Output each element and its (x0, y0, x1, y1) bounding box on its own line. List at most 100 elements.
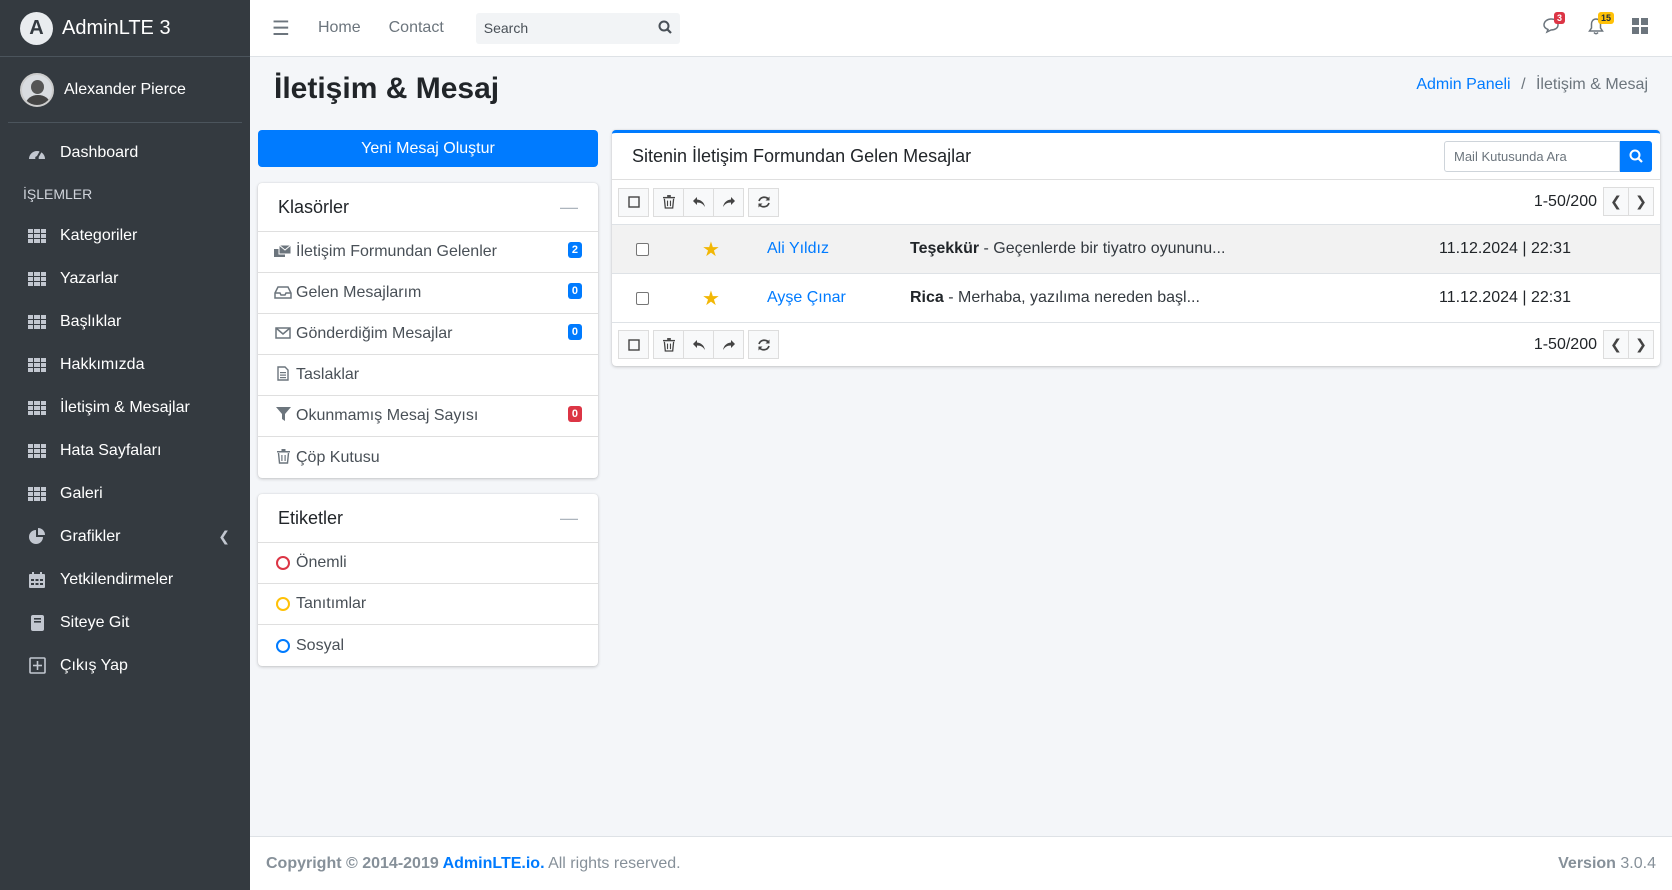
mail-sender[interactable]: Ayşe Çınar (767, 289, 846, 307)
sidebar-item-galeri[interactable]: Galeri (0, 472, 250, 515)
label-item-onemli[interactable]: Önemli (258, 543, 598, 584)
copyright: Copyright © 2014-2019 AdminLTE.io. All r… (266, 855, 681, 873)
grid-icon (26, 441, 48, 461)
folder-label: Okunmamış Mesaj Sayısı (296, 407, 479, 424)
main-footer: Copyright © 2014-2019 AdminLTE.io. All r… (250, 836, 1672, 890)
footer-link[interactable]: AdminLTE.io. (443, 855, 545, 872)
sidebar-item-dashboard[interactable]: Dashboard (0, 131, 250, 174)
sidebar-item-kategoriler[interactable]: Kategoriler (0, 214, 250, 257)
plus-square-icon (26, 656, 48, 676)
chevron-right-icon[interactable]: ❯ (1628, 330, 1654, 359)
folder-item-unread[interactable]: Okunmamış Mesaj Sayısı 0 (258, 396, 598, 437)
top-navbar: ☰ Home Contact Search 3 15 (250, 0, 1672, 57)
folder-item-contact-form[interactable]: İletişim Formundan Gelenler 2 (258, 232, 598, 273)
folder-item-drafts[interactable]: Taslaklar (258, 355, 598, 396)
copyright-text: Copyright © 2014-2019 (266, 854, 443, 872)
row-checkbox[interactable] (636, 242, 649, 256)
notifications-dropdown[interactable]: 15 (1574, 11, 1618, 40)
label-item-sosyal[interactable]: Sosyal (258, 625, 598, 666)
mail-subject[interactable]: Rica - Merhaba, yazılıma nereden başl... (910, 289, 1200, 307)
hamburger-menu-icon[interactable]: ☰ (272, 16, 290, 41)
chevron-left-icon[interactable]: ❮ (218, 528, 230, 545)
mail-sender[interactable]: Ali Yıldız (767, 240, 829, 258)
brand-link[interactable]: A AdminLTE 3 (0, 0, 250, 57)
folder-item-sent[interactable]: Gönderdiğim Mesajlar 0 (258, 314, 598, 355)
reply-button[interactable] (683, 187, 714, 217)
envelope-icon (274, 326, 292, 342)
sidebar-item-basliklar[interactable]: Başlıklar (0, 300, 250, 343)
forward-button[interactable] (713, 187, 744, 217)
refresh-button[interactable] (748, 187, 779, 217)
mail-preview: - Geçenlerde bir tiyatro oyununu... (979, 240, 1226, 257)
chevron-right-icon[interactable]: ❯ (1628, 187, 1654, 216)
sidebar-item-iletisim[interactable]: İletişim & Mesajlar (0, 386, 250, 429)
sidebar-item-label: Hakkımızda (60, 355, 145, 373)
search-icon[interactable] (658, 20, 672, 37)
table-row[interactable]: ★ Ali Yıldız Teşekkür - Geçenlerde bir t… (612, 224, 1660, 273)
reply-button[interactable] (683, 330, 714, 359)
sidebar-item-grafikler[interactable]: Grafikler ❮ (0, 515, 250, 558)
sidebar-item-label: Dashboard (60, 143, 139, 161)
sidebar-item-label: Hata Sayfaları (60, 441, 162, 459)
delete-button[interactable] (653, 330, 684, 359)
collapse-minus-icon[interactable]: — (560, 197, 578, 218)
breadcrumb-link-admin[interactable]: Admin Paneli (1416, 76, 1510, 93)
chevron-left-icon[interactable]: ❮ (1603, 330, 1629, 359)
grid-icon (26, 269, 48, 289)
sidebar-item-hata-sayfalari[interactable]: Hata Sayfaları (0, 429, 250, 472)
nav-link-home[interactable]: Home (318, 19, 361, 37)
search-placeholder: Search (483, 20, 529, 36)
folder-label: Taslaklar (296, 366, 360, 383)
sidebar-item-cikis[interactable]: Çıkış Yap (0, 644, 250, 687)
select-all-checkbox-button[interactable] (618, 330, 649, 359)
grid-icon (26, 355, 48, 375)
sidebar-item-yazarlar[interactable]: Yazarlar (0, 257, 250, 300)
pagination: 1-50/200 ❮ ❯ (1534, 187, 1654, 216)
version: Version 3.0.4 (1558, 855, 1656, 873)
calendar-icon (26, 570, 48, 590)
forward-button[interactable] (713, 330, 744, 359)
sidebar-item-label: Kategoriler (60, 226, 138, 244)
collapse-minus-icon[interactable]: — (560, 508, 578, 529)
book-icon (26, 613, 48, 633)
sidebar-item-label: Yetkilendirmeler (60, 570, 174, 588)
star-icon[interactable]: ★ (702, 237, 720, 262)
mail-subject-title: Rica (910, 289, 944, 306)
messages-dropdown[interactable]: 3 (1530, 12, 1574, 39)
refresh-button[interactable] (748, 330, 779, 359)
select-all-checkbox-button[interactable] (618, 187, 649, 217)
mail-date: 11.12.2024 | 22:31 (1439, 289, 1571, 306)
label-item-tanitimlar[interactable]: Tanıtımlar (258, 584, 598, 625)
version-label: Version (1558, 854, 1616, 872)
row-checkbox[interactable] (636, 291, 649, 305)
nav-link-contact[interactable]: Contact (389, 19, 444, 37)
mail-date: 11.12.2024 | 22:31 (1439, 240, 1571, 257)
sidebar-item-hakkimizda[interactable]: Hakkımızda (0, 343, 250, 386)
mail-subject[interactable]: Teşekkür - Geçenlerde bir tiyatro oyunun… (910, 240, 1225, 258)
mailbox-toolbar-top: 1-50/200 ❮ ❯ (612, 180, 1660, 224)
folder-label: Gelen Mesajlarım (296, 284, 422, 301)
mailbox-search-input[interactable] (1444, 140, 1620, 172)
pie-chart-icon (26, 527, 48, 547)
navbar-search-input[interactable]: Search (475, 12, 680, 44)
folder-item-inbox[interactable]: Gelen Mesajlarım 0 (258, 273, 598, 314)
folder-item-trash[interactable]: Çöp Kutusu (258, 437, 598, 478)
mailbox-left-column: Yeni Mesaj Oluştur Klasörler — İletişim … (258, 130, 598, 666)
folder-count-badge: 0 (567, 324, 582, 340)
chevron-left-icon[interactable]: ❮ (1603, 187, 1629, 216)
grid-icon (26, 398, 48, 418)
control-sidebar-toggle[interactable] (1618, 18, 1662, 39)
grid-icon (26, 312, 48, 332)
star-icon[interactable]: ★ (702, 286, 720, 311)
mailbox-search-button[interactable] (1620, 140, 1652, 172)
sidebar-item-siteye-git[interactable]: Siteye Git (0, 601, 250, 644)
avatar (20, 72, 54, 107)
folder-label: Gönderdiğim Mesajlar (296, 325, 453, 342)
compose-button[interactable]: Yeni Mesaj Oluştur (258, 130, 598, 167)
table-row[interactable]: ★ Ayşe Çınar Rica - Merhaba, yazılıma ne… (612, 273, 1660, 322)
pager-text: 1-50/200 (1533, 192, 1597, 210)
sidebar-item-yetkilendirmeler[interactable]: Yetkilendirmeler (0, 558, 250, 601)
delete-button[interactable] (653, 187, 684, 217)
user-panel[interactable]: Alexander Pierce (8, 57, 242, 123)
labels-card-header: Etiketler — (258, 494, 598, 543)
